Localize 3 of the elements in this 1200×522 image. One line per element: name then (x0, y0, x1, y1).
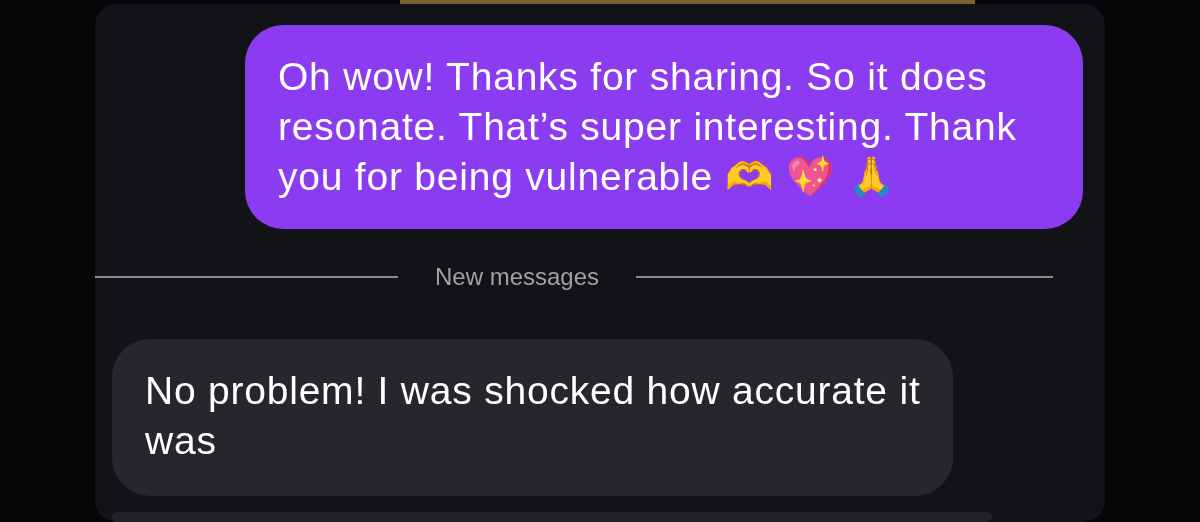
incoming-message: No problem! I was shocked how accurate it was (112, 339, 953, 496)
outgoing-message: Oh wow! Thanks for sharing. So it does resonate. That’s super interesting. Thank you for being vulnerable 🫶 💖 🙏 (245, 25, 1083, 229)
divider-label: New messages (434, 262, 601, 292)
